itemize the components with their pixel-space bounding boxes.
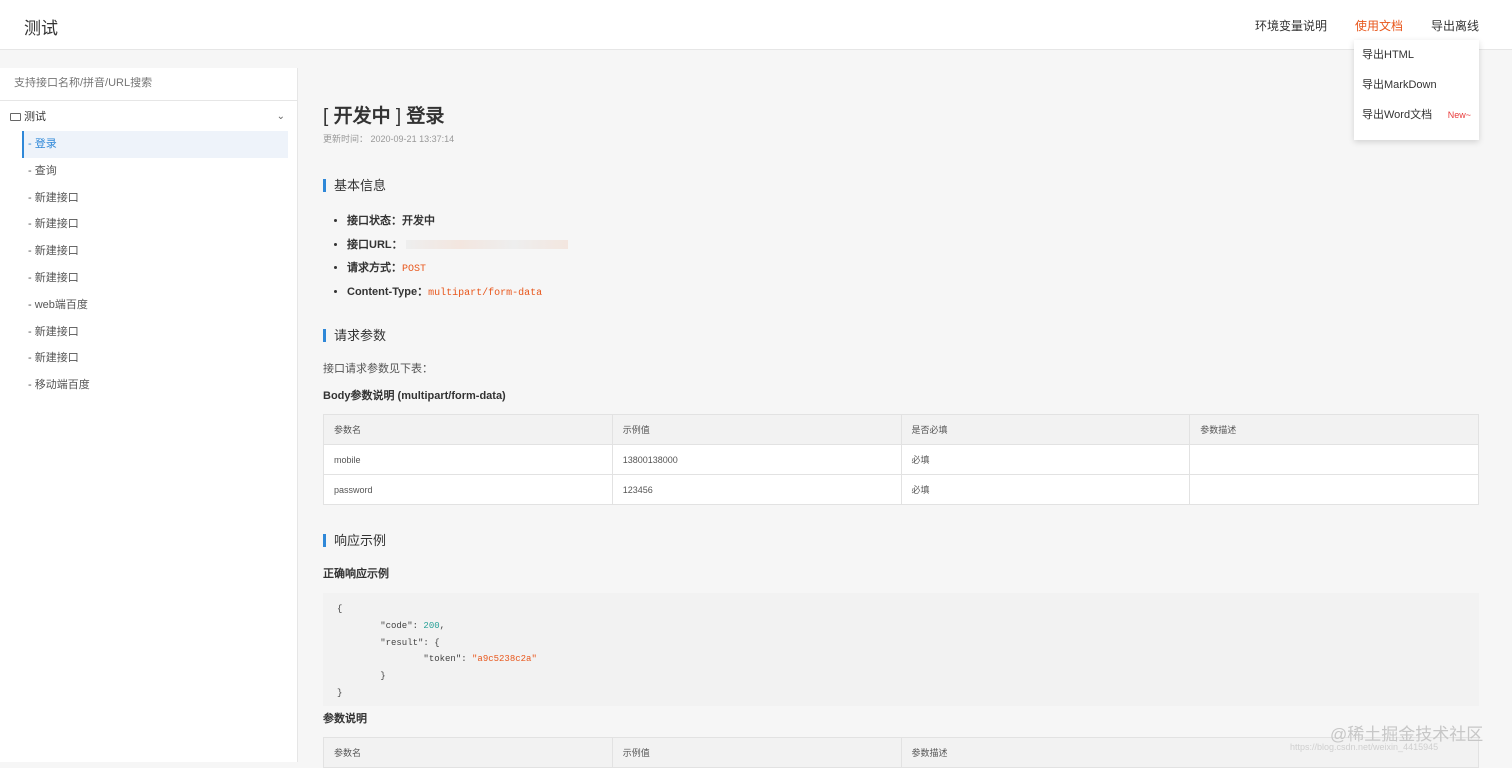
code-line: { — [337, 604, 343, 614]
watermark-url: https://blog.csdn.net/weixin_4415945 — [1290, 742, 1439, 752]
sidebar-item[interactable]: - 查询 — [22, 158, 288, 185]
tree-folder-label: 测试 — [24, 111, 46, 123]
sidebar-item[interactable]: - 新建接口 — [22, 211, 288, 238]
info-method: 请求方式：POST — [347, 257, 568, 281]
table-cell: 13800138000 — [611, 444, 902, 475]
info-status: 接口状态：开发中 — [347, 210, 568, 234]
status-text: 开发中 — [333, 106, 391, 127]
sidebar-item[interactable]: - 新建接口 — [22, 265, 288, 292]
sidebar-item[interactable]: - 移动端百度 — [22, 372, 288, 399]
sidebar-item[interactable]: - 新建接口 — [22, 238, 288, 265]
nav-usage-docs[interactable]: 使用文档 — [1355, 17, 1403, 34]
code-line: "token": "a9c5238c2a" — [337, 654, 537, 665]
response-code-block: { "code": 200, "result": { "token": "a9c… — [323, 593, 1479, 706]
page-title: [ 开发中 ] 登录 — [323, 106, 445, 127]
table-cell — [1189, 444, 1479, 475]
sidebar-item[interactable]: - 登录 — [22, 131, 288, 158]
code-line: "code": 200, — [337, 620, 446, 631]
code-line: "result": { — [337, 637, 440, 648]
code-line: } — [337, 671, 386, 682]
export-word-item[interactable]: 导出Word文档 New~ — [1354, 100, 1479, 130]
table-cell: 123456 — [611, 474, 902, 505]
sidebar: 测试 ⌄ - 登录- 查询- 新建接口- 新建接口- 新建接口- 新建接口- w… — [0, 68, 298, 762]
search-box — [0, 68, 297, 101]
table-row: password 123456 必填 — [323, 474, 1479, 505]
export-markdown-item[interactable]: 导出MarkDown — [1354, 70, 1479, 100]
basic-info-list: 接口状态：开发中 接口URL： 请求方式：POST Content-Type：m… — [347, 210, 568, 304]
table-cell: password — [323, 474, 613, 505]
table-cell: 必填 — [900, 474, 1191, 505]
updated-time: 更新时间： 2020-09-21 13:37:14 — [323, 134, 455, 144]
redacted-url — [405, 240, 568, 250]
table-row: mobile 13800138000 必填 — [323, 444, 1479, 475]
table-cell: mobile — [323, 444, 613, 475]
top-bar: 测试 环境变量说明 使用文档 导出离线 — [0, 0, 1512, 50]
export-dropdown-menu: 导出HTML 导出MarkDown 导出Word文档 New~ — [1354, 40, 1479, 140]
section-request-params: 请求参数 — [323, 329, 386, 342]
new-badge: New~ — [1447, 110, 1471, 120]
body-params-title: Body参数说明 (multipart/form-data) — [323, 390, 506, 402]
column-header: 参数名 — [323, 737, 613, 768]
info-content-type: Content-Type：multipart/form-data — [347, 281, 568, 305]
sidebar-item[interactable]: - 新建接口 — [22, 319, 288, 346]
sidebar-item[interactable]: - 新建接口 — [22, 185, 288, 212]
table-cell: 必填 — [900, 444, 1191, 475]
request-params-table: 参数名 示例值 是否必填 参数描述 mobile 13800138000 必填 passwo… — [323, 414, 1479, 505]
column-header: 是否必填 — [900, 414, 1191, 445]
table-cell — [1189, 474, 1479, 505]
section-basic-info: 基本信息 — [323, 179, 386, 192]
column-header: 参数描述 — [1189, 414, 1479, 445]
sidebar-item[interactable]: - web端百度 — [22, 292, 288, 319]
success-response-title: 正确响应示例 — [323, 568, 389, 580]
export-html-item[interactable]: 导出HTML — [1354, 40, 1479, 70]
column-header: 参数名 — [323, 414, 613, 445]
app-title: 测试 — [24, 19, 58, 38]
nav-env-vars[interactable]: 环境变量说明 — [1255, 17, 1327, 34]
search-input[interactable] — [14, 77, 283, 89]
folder-icon — [10, 113, 21, 121]
nav-export-offline[interactable]: 导出离线 — [1431, 17, 1479, 34]
tree-items: - 登录 - 查询 - 新建接口 - 新建接口 - 新建接口 - 新建接口 - web端百度… — [0, 131, 297, 399]
top-nav: 环境变量说明 使用文档 导出离线 — [1255, 17, 1479, 34]
api-name: 登录 — [406, 106, 445, 127]
sidebar-item[interactable]: - 新建接口 — [22, 345, 288, 372]
tree-folder-root[interactable]: 测试 ⌄ — [0, 103, 297, 131]
param-desc-title: 参数说明 — [323, 713, 367, 725]
column-header: 示例值 — [611, 737, 902, 768]
column-header: 示例值 — [611, 414, 902, 445]
chevron-down-icon[interactable]: ⌄ — [277, 103, 285, 131]
code-line: } — [337, 687, 343, 698]
request-intro: 接口请求参数见下表： — [323, 363, 433, 375]
info-url: 接口URL： — [347, 234, 568, 258]
section-response-example: 响应示例 — [323, 534, 386, 547]
